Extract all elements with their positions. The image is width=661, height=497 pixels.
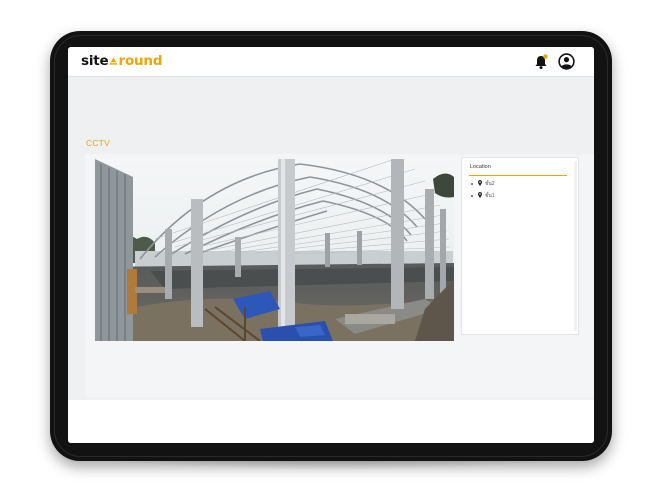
cctv-video-feed[interactable] <box>95 159 454 341</box>
location-panel-title: Location <box>470 164 491 170</box>
logo-text-site: site <box>81 53 109 69</box>
location-item-floor-2[interactable]: ชั้น2 <box>471 180 495 188</box>
cctv-scene-image <box>95 159 454 341</box>
location-item-label: ชั้น2 <box>485 181 495 187</box>
map-pin-icon <box>478 180 482 186</box>
location-panel: Location ชั้น2 ชั้น1 <box>461 157 579 335</box>
logo-text-round: round <box>118 53 163 69</box>
bottom-area <box>68 400 594 443</box>
notification-bell-icon[interactable] <box>534 54 548 70</box>
location-title-underline <box>469 175 567 176</box>
user-account-icon[interactable] <box>558 53 575 70</box>
location-scrollbar[interactable] <box>574 161 577 331</box>
location-item-floor-1[interactable]: ชั้น1 <box>471 192 495 200</box>
list-bullet <box>471 194 473 197</box>
map-pin-icon <box>478 192 482 198</box>
app-screen: site round CCTV Location ชั้น2 ชั้น1 <box>68 47 594 443</box>
list-bullet <box>471 182 473 185</box>
page-title: CCTV <box>86 138 110 148</box>
siteground-logo[interactable]: site round <box>81 53 163 69</box>
logo-triangle-icon <box>109 57 118 65</box>
top-navigation-bar: site round <box>68 47 594 77</box>
location-item-label: ชั้น1 <box>485 193 495 199</box>
